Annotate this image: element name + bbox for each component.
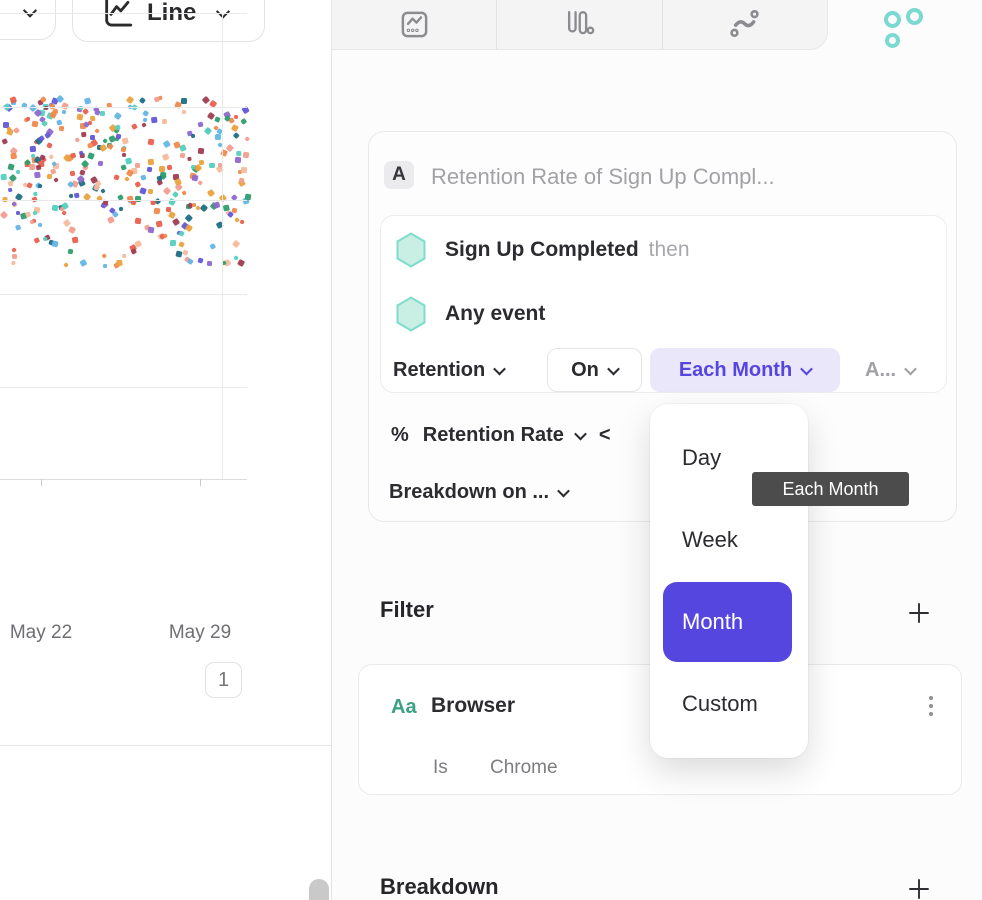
tab-scatter-active[interactable] (884, 8, 934, 52)
query-title[interactable]: Retention Rate of Sign Up Compl... (431, 164, 775, 190)
tab-chart-frame[interactable] (332, 0, 496, 49)
event-step-row[interactable]: Any event (395, 296, 545, 332)
truncated-dropdown[interactable]: A... (865, 348, 915, 392)
retention-mode-dropdown[interactable]: Retention (393, 348, 504, 392)
measure-label: Retention Rate (423, 424, 564, 447)
panel-divider (331, 0, 332, 900)
pagination-page-button[interactable]: 1 (205, 662, 242, 698)
view-tabs (331, 0, 828, 50)
add-breakdown-button[interactable] (906, 876, 932, 900)
scatter-dots-icon (906, 8, 923, 25)
breakdown-on-dropdown[interactable]: Breakdown on ... (389, 481, 568, 504)
on-dropdown[interactable]: On (547, 348, 642, 392)
scrollbar-thumb[interactable] (309, 879, 329, 900)
x-axis-tick-label: May 29 (169, 622, 231, 644)
property-type-badge: Aa (391, 696, 417, 719)
menu-item-month-selected[interactable]: Month (663, 582, 792, 662)
filter-value[interactable]: Chrome (490, 757, 558, 779)
interval-menu: Day Week Month Custom (650, 404, 808, 758)
breakdown-heading: Breakdown (380, 874, 499, 900)
menu-item-custom[interactable]: Custom (682, 691, 758, 717)
kebab-menu-icon[interactable] (929, 696, 933, 716)
interval-tooltip: Each Month (752, 472, 909, 506)
filter-property[interactable]: Browser (431, 694, 515, 718)
scatter-dots-icon (885, 33, 900, 48)
page-number: 1 (218, 669, 229, 692)
measure-row[interactable]: % Retention Rate < (391, 424, 611, 447)
event-hexagon-icon (395, 232, 427, 268)
menu-item-day[interactable]: Day (682, 445, 721, 471)
event-hexagon-icon (395, 296, 427, 332)
query-badge: A (384, 161, 414, 189)
tab-flow[interactable] (662, 0, 827, 49)
menu-item-week[interactable]: Week (682, 527, 738, 553)
scatter-dots-icon (884, 11, 901, 28)
event-connector: then (649, 238, 690, 262)
filter-operator[interactable]: Is (433, 757, 448, 779)
interval-dropdown[interactable]: Each Month (650, 348, 840, 392)
retention-controls-row: Retention On Each Month A... (381, 348, 946, 392)
event-name[interactable]: Any event (445, 302, 545, 326)
chevron-down-icon (574, 428, 587, 441)
x-axis-tick-label: May 22 (10, 622, 72, 644)
retention-scatter-plot (0, 0, 247, 480)
analytics-screen: Line May 22May 29 1 (0, 0, 982, 900)
measure-trailing: < (599, 424, 611, 447)
horizontal-divider (0, 745, 331, 746)
event-steps-card: Sign Up Completed then Any event Retenti… (380, 215, 947, 393)
filter-heading: Filter (380, 597, 434, 623)
chart-frame-icon (399, 9, 430, 40)
bar-chart-icon (563, 9, 595, 40)
percent-symbol: % (391, 424, 409, 447)
tab-bar-chart[interactable] (496, 0, 661, 49)
flow-icon (728, 7, 761, 40)
event-step-row[interactable]: Sign Up Completed then (395, 232, 690, 268)
event-name[interactable]: Sign Up Completed (445, 238, 639, 262)
add-filter-button[interactable] (906, 600, 932, 626)
